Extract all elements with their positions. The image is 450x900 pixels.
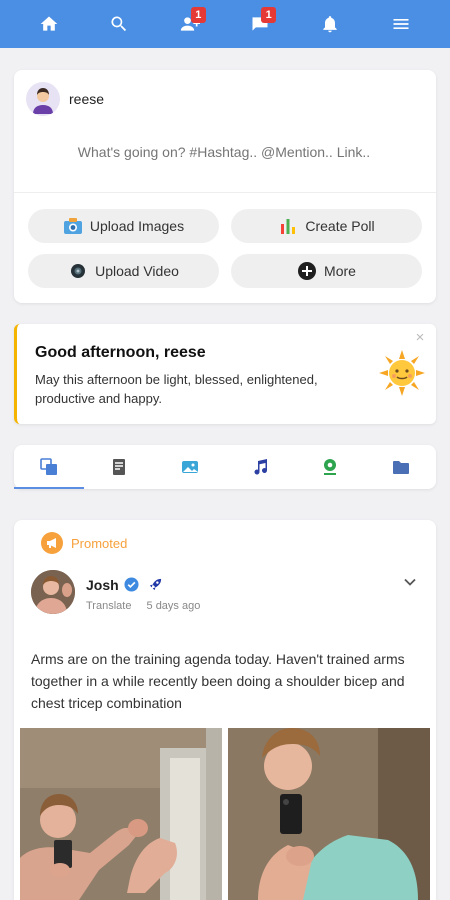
- search-button[interactable]: [99, 4, 139, 44]
- camera-icon: [63, 216, 83, 236]
- notifications-icon: [323, 16, 338, 33]
- composer-username: reese: [69, 91, 105, 107]
- close-icon[interactable]: ×: [412, 330, 428, 346]
- top-navigation-bar: 1 1: [0, 0, 450, 48]
- post-meta: Translate 5 days ago: [86, 600, 212, 612]
- plus-circle-icon: [297, 261, 317, 281]
- megaphone-icon: [41, 532, 63, 554]
- friend-requests-badge: 1: [190, 7, 206, 23]
- friend-requests-button[interactable]: 1: [170, 4, 210, 44]
- post-timestamp: 5 days ago: [146, 600, 201, 612]
- poll-chart-icon: [278, 216, 298, 236]
- notifications-button[interactable]: [310, 4, 350, 44]
- feed-filter-tabs: [14, 445, 436, 489]
- author-photo: [31, 570, 75, 614]
- promoted-indicator: Promoted: [41, 532, 127, 554]
- home-button[interactable]: [29, 4, 69, 44]
- greeting-title: Good afternoon, reese: [35, 344, 206, 361]
- post-author-name[interactable]: Josh: [86, 577, 119, 593]
- menu-icon: [393, 19, 409, 29]
- menu-button[interactable]: [381, 4, 421, 44]
- promoted-label: Promoted: [71, 535, 128, 551]
- home-icon: [40, 16, 58, 31]
- upload-images-button[interactable]: Upload Images: [28, 209, 219, 243]
- post-photo[interactable]: [20, 728, 222, 900]
- text-posts-icon: [113, 459, 126, 475]
- avatar[interactable]: [31, 570, 75, 614]
- composer-divider: [14, 192, 436, 193]
- messages-button[interactable]: 1: [240, 4, 280, 44]
- translate-link[interactable]: Translate: [86, 600, 131, 612]
- tab-music[interactable]: [225, 445, 295, 489]
- all-posts-icon: [40, 458, 58, 475]
- promoted-post: Promoted Josh Translate 5 days ago Arms …: [14, 520, 436, 900]
- greeting-card: Good afternoon, reese May this afternoon…: [14, 324, 436, 424]
- create-poll-button[interactable]: Create Poll: [231, 209, 422, 243]
- post-photo-image: [20, 728, 222, 900]
- tab-text-posts[interactable]: [84, 445, 154, 489]
- music-icon: [254, 459, 268, 475]
- post-composer: reese Upload Images Create Poll Upload V…: [14, 70, 436, 303]
- post-text-input[interactable]: [54, 142, 394, 162]
- tab-photos[interactable]: [155, 445, 225, 489]
- chevron-down-icon[interactable]: [402, 574, 418, 590]
- avatar[interactable]: [26, 82, 60, 116]
- create-poll-label: Create Poll: [305, 218, 375, 234]
- video-camera-icon: [68, 261, 88, 281]
- verified-badge-icon: [124, 577, 139, 592]
- post-photo-image: [228, 728, 430, 900]
- location-icon: [324, 459, 337, 475]
- tab-files[interactable]: [366, 445, 436, 489]
- files-icon: [392, 461, 409, 474]
- upload-video-label: Upload Video: [95, 263, 179, 279]
- greeting-message: May this afternoon be light, blessed, en…: [35, 372, 318, 406]
- tab-all-posts[interactable]: [14, 445, 85, 489]
- rocket-icon: [149, 578, 162, 591]
- upload-video-button[interactable]: Upload Video: [28, 254, 219, 288]
- more-options-button[interactable]: More: [231, 254, 422, 288]
- more-label: More: [324, 263, 356, 279]
- post-photo[interactable]: [228, 728, 430, 900]
- post-body-text: Arms are on the training agenda today. H…: [31, 651, 405, 711]
- sun-icon: [379, 350, 425, 396]
- messages-badge: 1: [261, 7, 277, 23]
- photos-icon: [181, 461, 198, 473]
- search-icon: [111, 16, 127, 32]
- upload-images-label: Upload Images: [89, 218, 185, 234]
- user-avatar-icon: [33, 88, 53, 114]
- tab-location[interactable]: [295, 445, 365, 489]
- composer-user: reese: [26, 82, 104, 116]
